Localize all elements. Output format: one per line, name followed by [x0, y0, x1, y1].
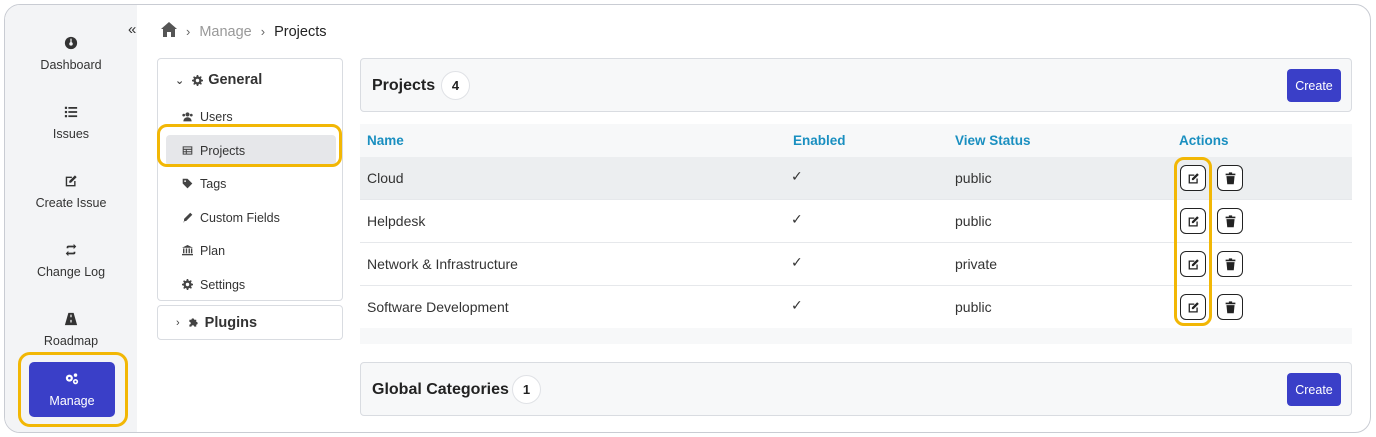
check-icon: ✓ — [791, 254, 803, 270]
menu-general-header[interactable]: ⌄ General — [175, 72, 262, 88]
nav-create-issue[interactable]: Create Issue — [5, 163, 137, 221]
chevron-down-icon: ⌄ — [175, 74, 185, 87]
check-icon: ✓ — [791, 168, 803, 184]
breadcrumb-separator: › — [186, 24, 191, 39]
nav-roadmap[interactable]: Roadmap — [5, 301, 137, 359]
projects-title: Projects — [372, 77, 436, 94]
menu-item-tags-label: Tags — [200, 176, 227, 191]
puzzle-icon — [189, 318, 198, 327]
nav-issues-label: Issues — [52, 127, 90, 141]
project-name[interactable]: Cloud — [367, 170, 404, 186]
nav-dashboard[interactable]: Dashboard — [5, 25, 137, 83]
nav-create-issue-label: Create Issue — [35, 196, 107, 210]
projects-panel-header: Projects 4 Create — [360, 58, 1352, 112]
trash-icon — [1225, 300, 1235, 313]
projects-count-badge: 4 — [441, 71, 470, 100]
tags-icon — [182, 178, 193, 189]
check-icon: ✓ — [791, 211, 803, 227]
view-status: public — [955, 299, 992, 315]
edit-icon — [65, 175, 77, 187]
dashboard-icon — [64, 36, 78, 50]
gears-icon — [65, 372, 79, 384]
menu-plugins-header[interactable]: › Plugins — [157, 305, 343, 340]
menu-item-settings-label: Settings — [200, 277, 246, 292]
global-categories-title: Global Categories — [372, 381, 509, 398]
nav-change-log-label: Change Log — [36, 265, 106, 279]
delete-button[interactable] — [1217, 251, 1243, 277]
global-categories-panel-header: Global Categories 1 Create — [360, 362, 1352, 416]
chevron-right-icon: › — [176, 316, 180, 329]
menu-item-plan-label: Plan — [200, 243, 226, 258]
double-chevron-left-icon[interactable]: « — [128, 21, 136, 38]
menu-plugins-label: Plugins — [204, 314, 258, 331]
delete-button[interactable] — [1217, 165, 1243, 191]
trash-icon — [1225, 171, 1235, 184]
trash-icon — [1225, 214, 1235, 227]
edit-buttons-highlight-ring — [1174, 157, 1212, 326]
menu-item-users-label: Users — [200, 109, 233, 124]
pencil-icon — [183, 212, 193, 223]
view-status: private — [955, 256, 998, 272]
breadcrumb: › Manage › Projects — [161, 22, 326, 41]
delete-button[interactable] — [1217, 208, 1243, 234]
menu-item-tags[interactable]: Tags — [166, 168, 336, 199]
menu-item-settings[interactable]: Settings — [166, 269, 336, 300]
users-icon — [182, 112, 193, 122]
table-header: Name Enabled View Status Actions — [360, 124, 1352, 157]
nav-change-log[interactable]: Change Log — [5, 232, 137, 290]
menu-item-plan[interactable]: Plan — [166, 235, 336, 266]
menu-item-custom-fields-label: Custom Fields — [200, 210, 280, 225]
nav-issues[interactable]: Issues — [5, 94, 137, 152]
project-name[interactable]: Network & Infrastructure — [367, 256, 518, 272]
trash-icon — [1225, 257, 1235, 270]
projects-highlight-ring — [157, 124, 342, 167]
list-icon — [64, 106, 78, 118]
project-name[interactable]: Software Development — [367, 299, 509, 315]
cog-icon — [182, 279, 193, 290]
column-name[interactable]: Name — [367, 133, 404, 148]
view-status: public — [955, 170, 992, 186]
nav-manage[interactable]: Manage — [29, 362, 115, 417]
global-categories-count-badge: 1 — [512, 375, 541, 404]
menu-general-label: General — [208, 72, 263, 88]
project-name[interactable]: Helpdesk — [367, 213, 425, 229]
column-actions: Actions — [1179, 133, 1229, 148]
cog-icon — [192, 74, 204, 86]
column-enabled[interactable]: Enabled — [793, 133, 846, 148]
menu-item-custom-fields[interactable]: Custom Fields — [166, 202, 336, 233]
check-icon: ✓ — [791, 297, 803, 313]
repeat-icon — [65, 243, 77, 257]
breadcrumb-separator: › — [260, 24, 266, 39]
home-icon[interactable] — [161, 22, 177, 41]
nav-roadmap-label: Roadmap — [43, 334, 99, 348]
create-project-button[interactable]: Create — [1287, 69, 1341, 102]
delete-button[interactable] — [1217, 294, 1243, 320]
create-category-button[interactable]: Create — [1287, 373, 1341, 406]
breadcrumb-projects: Projects — [274, 23, 327, 40]
view-status: public — [955, 213, 992, 229]
app-window: Dashboard Issues Create Issue Change Log… — [4, 4, 1371, 433]
settings-menu: ⌄ General Users Projects Tags Custom Fie… — [157, 58, 343, 301]
left-navigation: Dashboard Issues Create Issue Change Log… — [5, 5, 137, 432]
road-icon — [64, 312, 78, 326]
column-view-status[interactable]: View Status — [955, 133, 1031, 148]
breadcrumb-manage[interactable]: Manage — [199, 24, 251, 40]
nav-dashboard-label: Dashboard — [40, 58, 102, 72]
nav-manage-label: Manage — [49, 393, 95, 408]
table-footer — [360, 328, 1352, 344]
bank-icon — [182, 245, 193, 256]
